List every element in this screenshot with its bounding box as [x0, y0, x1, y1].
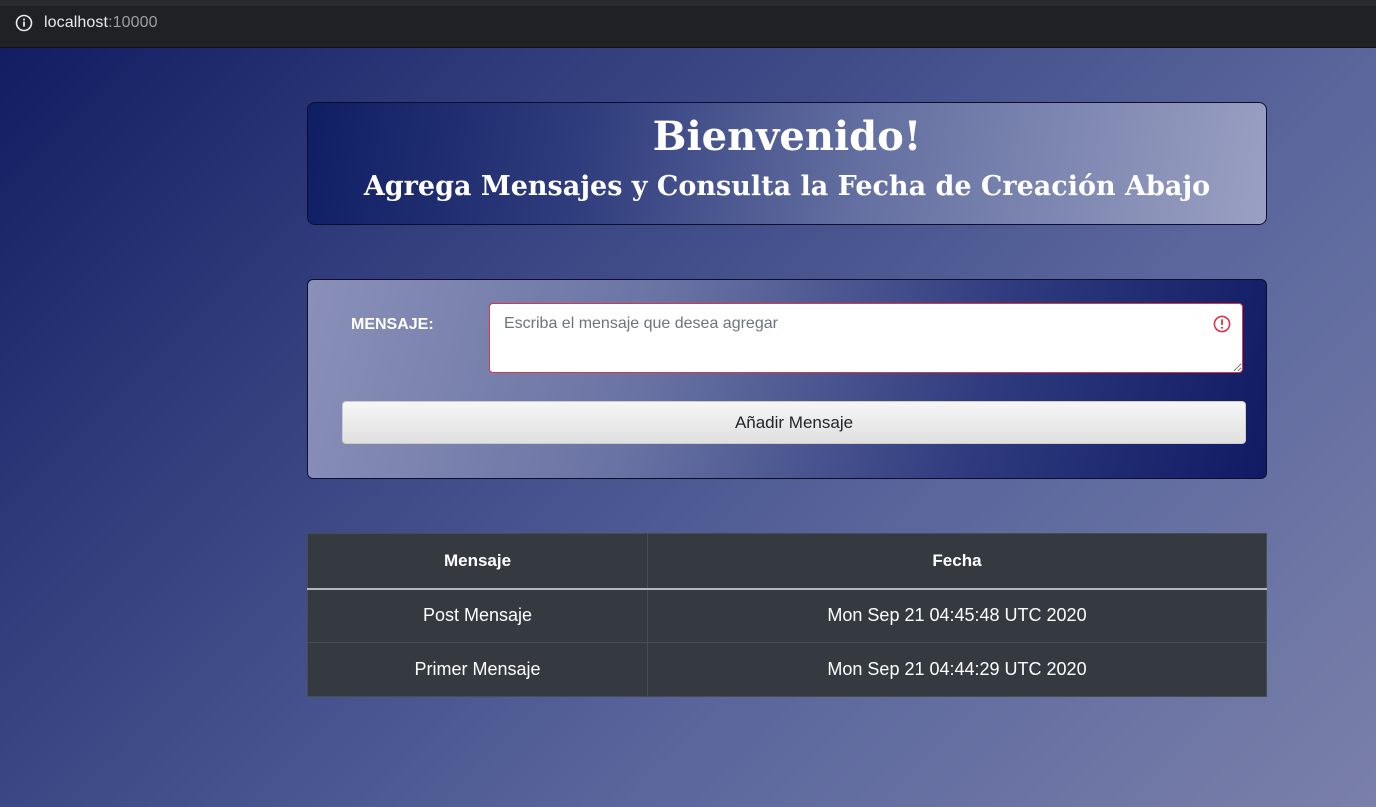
add-message-button[interactable]: Añadir Mensaje — [342, 401, 1246, 444]
welcome-header: Bienvenido! Agrega Mensajes y Consulta l… — [307, 102, 1267, 225]
page-body: Bienvenido! Agrega Mensajes y Consulta l… — [0, 48, 1376, 807]
cell-mensaje: Primer Mensaje — [307, 642, 648, 697]
cell-fecha: Mon Sep 21 04:45:48 UTC 2020 — [647, 588, 1267, 643]
table-row: Primer Mensaje Mon Sep 21 04:44:29 UTC 2… — [307, 642, 1267, 697]
page-subtitle: Agrega Mensajes y Consulta la Fecha de C… — [363, 171, 1211, 202]
url-field[interactable]: localhost:10000 — [44, 13, 158, 33]
messages-table: Mensaje Fecha Post Mensaje Mon Sep 21 04… — [307, 533, 1267, 697]
message-input[interactable] — [489, 303, 1243, 373]
browser-tab-strip — [0, 0, 1376, 6]
column-header-fecha: Fecha — [647, 533, 1267, 590]
column-header-mensaje: Mensaje — [307, 533, 648, 590]
page-title: Bienvenido! — [652, 113, 922, 160]
url-host: localhost — [44, 14, 109, 31]
table-header-row: Mensaje Fecha — [307, 533, 1267, 590]
message-field-wrapper — [489, 303, 1243, 373]
table-row: Post Mensaje Mon Sep 21 04:45:48 UTC 202… — [307, 588, 1267, 643]
table-body: Post Mensaje Mon Sep 21 04:45:48 UTC 202… — [307, 588, 1267, 697]
url-port: :10000 — [108, 14, 158, 31]
cell-mensaje: Post Mensaje — [307, 588, 648, 643]
message-label: MENSAJE: — [351, 316, 434, 333]
cell-fecha: Mon Sep 21 04:44:29 UTC 2020 — [647, 642, 1267, 697]
exclamation-circle-icon — [1213, 315, 1231, 333]
browser-address-bar: localhost:10000 — [0, 0, 1376, 48]
table-header: Mensaje Fecha — [307, 533, 1267, 590]
message-form: MENSAJE: Añadir Mensaje — [307, 279, 1267, 479]
info-icon[interactable] — [15, 14, 33, 32]
